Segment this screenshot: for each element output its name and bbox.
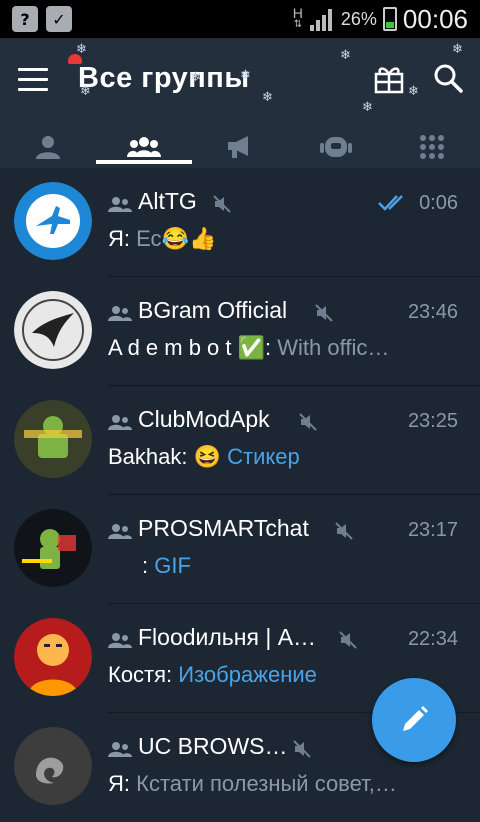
preview-text: Кстати полезный совет,… [136,771,397,796]
sender-name: Я: [108,226,130,251]
person-icon [36,136,60,159]
chat-name: AltTG [138,188,197,214]
chat-item-clubmodapk[interactable]: ClubModApk 23:25 Bakhak: 😆 Стикер [0,386,480,495]
snowflake-icon: ❄ [262,90,273,105]
app-bar: Все группы ❄ ❄ ❄ ❄ ❄ ❄ ❄ ❄ ❄ [0,38,480,126]
chat-name: BGram Official [138,297,288,323]
chat-name: PROSMARTchat [138,515,309,541]
sender-name: Я: [108,771,130,796]
tab-bots[interactable] [288,126,384,168]
chat-item-alttg[interactable]: AltTG 0:06 Я: Ес😂👍 [0,168,480,277]
group-icon [108,415,132,430]
chat-time: 23:25 [407,410,458,432]
preview-media: GIF [154,553,191,578]
chat-time: 22:34 [407,628,458,650]
tab-channels[interactable] [192,126,288,168]
snowflake-icon: ❄ [80,84,91,99]
sender-name: : [142,553,149,578]
snowflake-icon: ❄ [76,42,87,57]
double-check-icon [378,195,403,211]
snowflake-icon: ❄ [408,84,419,99]
avatar [14,182,92,260]
search-icon[interactable] [432,62,464,94]
grid-icon [420,135,444,159]
avatar [14,618,92,696]
chat-item-bgram[interactable]: BGram Official 23:46 A d e m b o t ✅: Wi… [0,277,480,386]
message-preview: Я: Ес😂👍 [108,226,458,252]
compose-button[interactable] [372,678,456,762]
avatar [14,291,92,369]
tab-all[interactable] [384,126,480,168]
chat-name: UC BROWS… [138,733,288,759]
preview-text: With offic… [277,335,390,360]
snowflake-icon: ❄ [362,100,373,115]
avatar [14,509,92,587]
network-type: H ⇅ [292,5,303,30]
avatar [14,400,92,478]
group-icon [108,633,132,648]
groups-icon [127,137,161,157]
mute-icon [293,740,311,758]
chat-time: 0:06 [419,192,458,214]
gift-icon[interactable] [372,62,406,96]
chat-item-prosmartchat[interactable]: PROSMARTchat 23:17 : GIF [0,495,480,604]
preview-text: Ес😂👍 [136,226,217,251]
sender-name: A d e m b o t ✅: [108,335,272,360]
filter-tabs [0,126,480,168]
group-icon [108,742,132,757]
pencil-icon [403,706,428,731]
mute-icon [213,195,231,213]
page-title: Все группы [78,62,250,94]
bot-icon [320,137,352,157]
shield-question-icon: ? [12,6,38,32]
battery-percent: 26% [340,8,377,29]
clock: 00:06 [402,3,468,34]
chat-time: 23:46 [407,301,458,323]
group-icon [108,306,132,321]
mute-icon [315,304,333,322]
selected-tab-indicator [96,160,192,164]
message-preview: A d e m b o t ✅: With offic… [108,335,458,361]
megaphone-icon [228,136,248,158]
mute-icon [299,413,317,431]
mute-icon [339,631,357,649]
sender-name: Костя: [108,662,173,687]
avatar [14,727,92,805]
snowflake-icon: ❄ [240,68,251,83]
preview-media: 😆 Стикер [193,444,300,469]
tab-contacts[interactable] [0,126,96,168]
battery-icon [382,7,397,31]
message-preview: : GIF [142,553,458,579]
shield-check-icon: ✓ [46,6,72,32]
snowflake-icon: ❄ [340,48,351,63]
chat-time: 23:17 [407,519,458,541]
preview-media: Изображение [178,662,317,687]
group-icon [108,524,132,539]
signal-icon [309,9,332,31]
chat-name: ClubModApk [138,406,270,432]
sender-name: Bakhak: [108,444,188,469]
message-preview: Bakhak: 😆 Стикер [108,444,458,470]
group-icon [108,197,132,212]
mute-icon [335,522,353,540]
message-preview: Я: Кстати полезный совет,… [108,771,458,797]
snowflake-icon: ❄ [190,70,201,85]
chat-name: Floodильня | A… [138,624,317,650]
status-bar: ? ✓ H ⇅ 26% 00:06 [0,0,480,38]
menu-icon[interactable] [18,68,48,92]
snowflake-icon: ❄ [452,42,463,57]
